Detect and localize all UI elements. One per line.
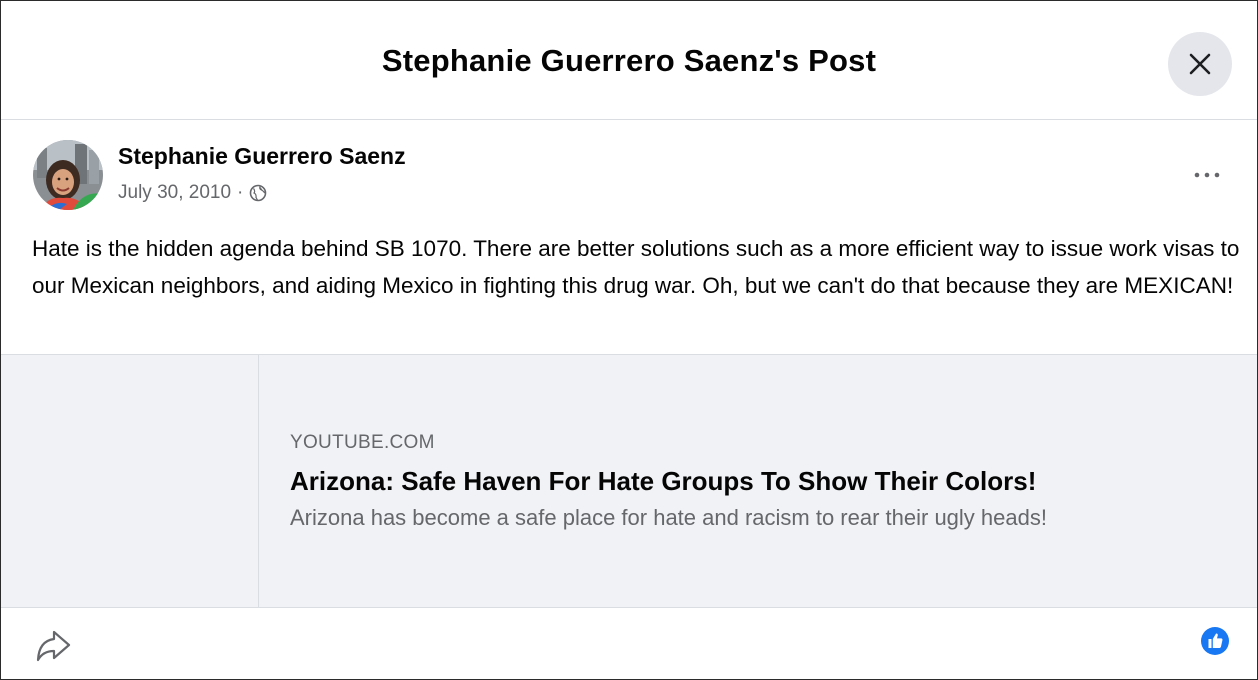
link-preview-card[interactable]: YOUTUBE.COM Arizona: Safe Haven For Hate…: [1, 354, 1257, 608]
meta-separator: ·: [237, 182, 244, 203]
dialog-title: Stephanie Guerrero Saenz's Post: [381, 43, 877, 78]
link-domain: YOUTUBE.COM: [290, 432, 435, 453]
link-description: Arizona has become a safe place for hate…: [290, 505, 1047, 530]
more-options-button[interactable]: [1183, 157, 1231, 193]
share-icon: [36, 630, 71, 662]
more-options-icon: [1194, 172, 1220, 178]
link-title[interactable]: Arizona: Safe Haven For Hate Groups To S…: [290, 466, 1036, 497]
dialog-header: Stephanie Guerrero Saenz's Post: [1, 1, 1257, 120]
share-button[interactable]: [33, 626, 73, 666]
post-date[interactable]: July 30, 2010: [118, 182, 231, 204]
link-thumbnail[interactable]: [1, 355, 259, 607]
avatar[interactable]: [33, 140, 103, 210]
close-icon: [1189, 53, 1211, 75]
close-button[interactable]: [1168, 32, 1232, 96]
post-dialog: Stephanie Guerrero Saenz's Post Stephani…: [0, 0, 1258, 680]
post-text: Hate is the hidden agenda behind SB 1070…: [32, 236, 1240, 298]
globe-icon[interactable]: [249, 184, 267, 202]
author-name[interactable]: Stephanie Guerrero Saenz: [118, 143, 406, 170]
like-icon[interactable]: [1200, 626, 1230, 656]
post-meta: July 30, 2010 ·: [118, 182, 267, 204]
